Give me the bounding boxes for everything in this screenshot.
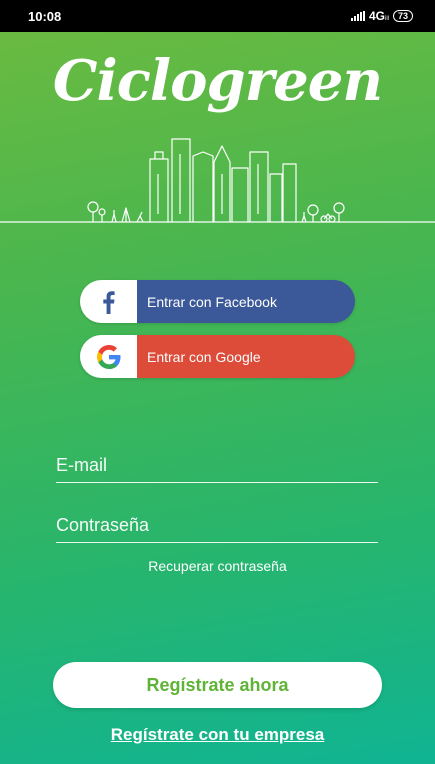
network-type: 4Gill — [368, 9, 389, 23]
forgot-password-link[interactable]: Recuperar contraseña — [0, 558, 435, 574]
google-icon — [96, 344, 120, 369]
google-icon-box — [80, 335, 137, 378]
status-indicators: 4Gill 73 — [350, 9, 413, 23]
app-logo: Ciclogreen — [52, 48, 383, 114]
status-bar: 10:08 4Gill 73 — [0, 0, 435, 32]
facebook-login-button[interactable]: Entrar con Facebook — [80, 280, 355, 323]
battery-icon: 73 — [392, 10, 413, 22]
password-field[interactable] — [56, 508, 378, 542]
email-field-container — [56, 448, 378, 483]
facebook-icon-box — [80, 280, 137, 323]
skyline-illustration — [0, 138, 435, 223]
password-field-container — [56, 508, 378, 543]
logo-area: Ciclogreen — [0, 36, 435, 126]
status-time: 10:08 — [28, 8, 62, 24]
email-field[interactable] — [56, 448, 378, 482]
google-login-button[interactable]: Entrar con Google — [80, 335, 355, 378]
register-button[interactable]: Regístrate ahora — [53, 662, 382, 708]
google-login-label: Entrar con Google — [137, 335, 355, 378]
register-company-link[interactable]: Regístrate con tu empresa — [0, 725, 435, 745]
facebook-icon — [102, 290, 115, 314]
facebook-login-label: Entrar con Facebook — [137, 280, 355, 323]
signal-icon — [350, 11, 365, 21]
